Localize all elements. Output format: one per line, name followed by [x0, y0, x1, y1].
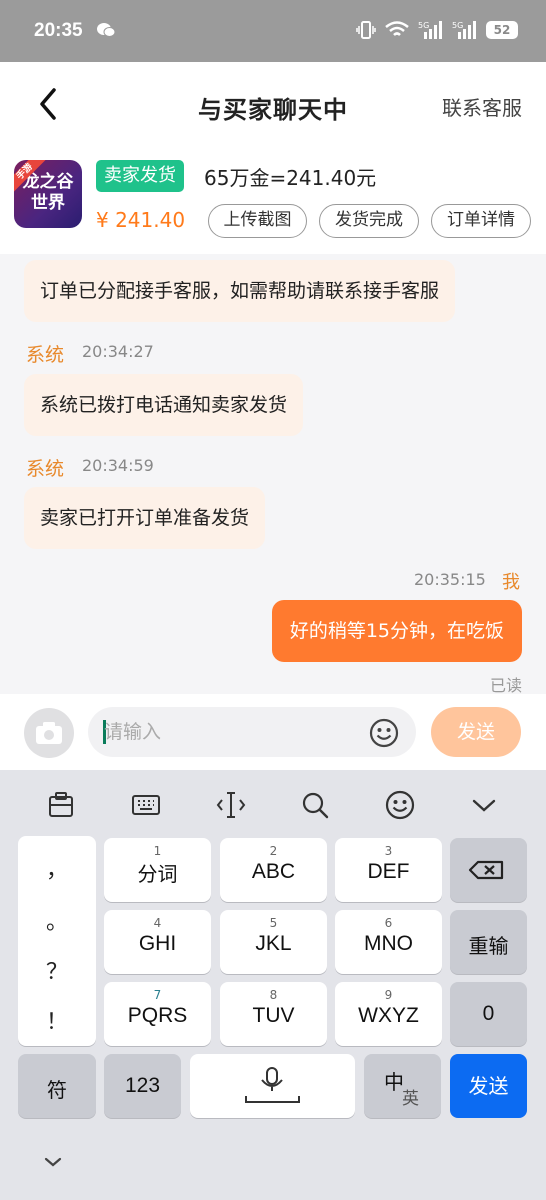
- message-time: 20:35:15: [414, 570, 486, 589]
- punct-exclaim-key[interactable]: ！: [18, 1004, 96, 1036]
- symbols-key[interactable]: 符: [18, 1054, 96, 1118]
- message-time: 20:34:27: [82, 342, 154, 361]
- key-label: GHI: [138, 932, 177, 955]
- punct-comma-key[interactable]: ，: [18, 852, 96, 884]
- camera-button[interactable]: [24, 708, 74, 758]
- order-price: ¥ 241.40: [96, 208, 186, 232]
- key-number: 1: [153, 844, 162, 858]
- message-bubble: 系统已拨打电话通知卖家发货: [24, 374, 304, 436]
- key-4[interactable]: 4 GHI: [104, 910, 211, 974]
- key-label: 符: [47, 1078, 67, 1102]
- clipboard-icon[interactable]: [44, 788, 78, 822]
- key-number: 9: [384, 988, 393, 1002]
- key-number: 2: [269, 844, 278, 858]
- lang-main-label: 中: [384, 1070, 404, 1094]
- svg-text:5G: 5G: [418, 21, 429, 30]
- upload-screenshot-button[interactable]: 上传截图: [208, 204, 307, 238]
- vibrate-icon: [356, 21, 376, 39]
- key-number: 8: [269, 988, 278, 1002]
- key-number: 3: [384, 844, 393, 858]
- key-3[interactable]: 3 DEF: [335, 838, 442, 902]
- key-number: 7: [153, 988, 162, 1002]
- key-label: WXYZ: [358, 1004, 419, 1027]
- microphone-icon: [245, 1067, 300, 1103]
- hide-keyboard-icon[interactable]: [42, 1154, 64, 1170]
- emoji-icon[interactable]: [383, 788, 417, 822]
- key-label: 0: [482, 1002, 495, 1025]
- key-label: DEF: [367, 860, 410, 883]
- item-description: 65万金=241.40元: [204, 166, 377, 190]
- key-label: 重输: [468, 934, 509, 958]
- message-sender: 系统: [26, 458, 65, 480]
- numbers-key[interactable]: 123: [104, 1054, 181, 1118]
- emoji-icon[interactable]: [368, 717, 400, 749]
- outgoing-message-bubble: 好的稍等15分钟，在吃饭: [271, 600, 522, 662]
- retype-key[interactable]: 重输: [450, 910, 527, 974]
- message-input[interactable]: [104, 707, 354, 757]
- key-8[interactable]: 8 TUV: [220, 982, 327, 1046]
- collapse-chevron-icon[interactable]: [467, 788, 501, 822]
- backspace-icon: [468, 860, 504, 880]
- order-card: 手游 龙之谷 世界 卖家发货 ¥ 241.40 65万金=241.40元 上传截…: [0, 150, 546, 254]
- 5g-signal-icon: 5G: [418, 21, 442, 39]
- svg-text:5G: 5G: [452, 21, 463, 30]
- key-label: JKL: [255, 932, 292, 955]
- key-number: 6: [384, 916, 393, 930]
- key-label: TUV: [252, 1004, 295, 1027]
- message-list[interactable]: 订单已分配接手客服，如需帮助请联系接手客服 系统 20:34:27 系统已拨打电…: [0, 254, 546, 694]
- delivery-complete-button[interactable]: 发货完成: [319, 204, 419, 238]
- key-label: PQRS: [127, 1004, 188, 1027]
- status-badge: 卖家发货: [96, 160, 184, 192]
- message-time: 20:34:59: [82, 456, 154, 475]
- punct-question-key[interactable]: ？: [18, 954, 96, 986]
- key-1[interactable]: 1 分词: [104, 838, 211, 902]
- key-number: 4: [153, 916, 162, 930]
- send-button[interactable]: 发送: [431, 707, 521, 757]
- 5g-signal-icon: 5G: [452, 21, 476, 39]
- input-bar: 发送: [0, 694, 546, 770]
- key-number: 5: [269, 916, 278, 930]
- space-key[interactable]: [190, 1054, 355, 1118]
- contact-support-button[interactable]: 联系客服: [442, 92, 522, 121]
- cursor-move-icon[interactable]: [214, 788, 248, 822]
- key-label: 分词: [137, 862, 178, 886]
- wifi-icon: [385, 21, 409, 36]
- keyboard-icon[interactable]: [129, 788, 163, 822]
- keyboard-send-key[interactable]: 发送: [450, 1054, 527, 1118]
- message-input-wrapper: [88, 707, 416, 757]
- key-6[interactable]: 6 MNO: [335, 910, 442, 974]
- key-9[interactable]: 9 WXYZ: [335, 982, 442, 1046]
- search-icon[interactable]: [298, 788, 332, 822]
- wechat-icon: [97, 23, 116, 37]
- zero-key[interactable]: 0: [450, 982, 527, 1046]
- message-bubble: 卖家已打开订单准备发货: [24, 487, 266, 549]
- status-icons: 5G 5G 52: [356, 20, 518, 40]
- message-bubble: 订单已分配接手客服，如需帮助请联系接手客服: [24, 260, 456, 322]
- chat-header: 与买家聊天中 联系客服: [0, 62, 546, 150]
- punct-period-key[interactable]: 。: [18, 904, 96, 936]
- keyboard-toolbar: [0, 770, 546, 838]
- key-5[interactable]: 5 JKL: [220, 910, 327, 974]
- read-status: 已读: [489, 676, 522, 694]
- language-switch-key[interactable]: 中 英: [364, 1054, 441, 1118]
- key-label: MNO: [364, 932, 413, 955]
- punctuation-column[interactable]: ， 。 ？ ！: [18, 836, 96, 1046]
- lang-sub-label: 英: [402, 1089, 419, 1109]
- message-sender: 系统: [26, 344, 65, 366]
- status-time: 20:35: [34, 20, 83, 41]
- battery-icon: 52: [486, 21, 518, 39]
- key-7[interactable]: 7 PQRS: [104, 982, 211, 1046]
- game-name-line2: 世界: [31, 193, 65, 213]
- backspace-key[interactable]: [450, 838, 527, 902]
- camera-icon: [36, 722, 62, 744]
- message-sender: 我: [502, 572, 520, 593]
- key-label: 123: [124, 1074, 161, 1097]
- key-2[interactable]: 2 ABC: [220, 838, 327, 902]
- order-details-button[interactable]: 订单详情: [431, 204, 531, 238]
- key-label: ABC: [251, 860, 296, 883]
- status-bar: 20:35 5G 5G 52: [0, 0, 546, 62]
- game-logo: 手游 龙之谷 世界: [14, 160, 82, 228]
